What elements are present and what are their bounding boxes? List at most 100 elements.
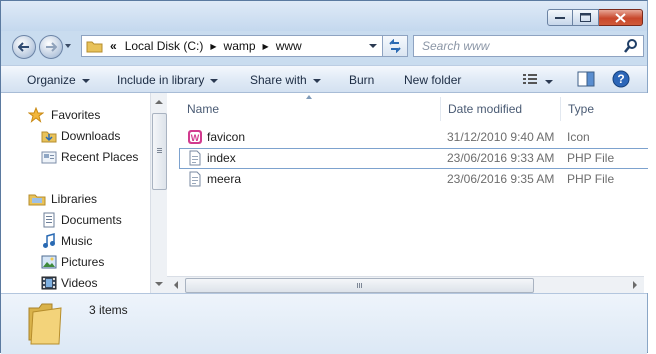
search-placeholder[interactable]: Search www <box>422 39 489 53</box>
nav-libraries[interactable]: Libraries <box>28 189 98 209</box>
nav-libraries-label: Libraries <box>51 192 98 206</box>
share-with-menu[interactable]: Share with <box>250 73 321 87</box>
navigation-pane: Favorites Downloads Recent Places Librar… <box>1 93 167 293</box>
videos-icon <box>41 276 57 290</box>
breadcrumb-local-disk[interactable]: Local Disk (C:) <box>125 39 204 53</box>
file-date-modified: 23/06/2016 9:33 AM <box>447 151 555 165</box>
minimize-button[interactable] <box>547 9 573 26</box>
breadcrumb-separator-arrow-icon[interactable]: ▶ <box>263 42 269 51</box>
help-button[interactable]: ? <box>612 70 630 91</box>
explorer-window: « Local Disk (C:) ▶ wamp ▶ www Search ww… <box>0 0 649 354</box>
column-header-date-modified[interactable]: Date modified <box>448 93 522 125</box>
scroll-up-arrow-icon[interactable] <box>151 95 167 109</box>
folder-icon <box>86 41 103 53</box>
maximize-icon <box>580 13 591 22</box>
file-row-meera[interactable]: meera 23/06/2016 9:35 AM PHP File <box>179 169 649 190</box>
column-divider[interactable] <box>560 97 561 121</box>
column-header-type[interactable]: Type <box>568 93 594 125</box>
breadcrumb-www[interactable]: www <box>276 39 302 53</box>
help-icon: ? <box>612 70 630 88</box>
forward-arrow-icon <box>46 42 57 52</box>
scroll-right-arrow-icon[interactable] <box>628 277 642 293</box>
organize-menu[interactable]: Organize <box>27 73 90 87</box>
organize-label: Organize <box>27 73 76 87</box>
caption-buttons <box>547 9 643 26</box>
breadcrumb-wamp[interactable]: wamp <box>224 39 256 53</box>
file-row-index[interactable]: index 23/06/2016 9:33 AM PHP File <box>179 148 649 169</box>
column-divider[interactable] <box>440 97 441 121</box>
chevron-down-icon <box>312 78 321 83</box>
horizontal-scrollbar[interactable] <box>167 276 644 293</box>
address-bar[interactable]: « Local Disk (C:) ▶ wamp ▶ www <box>81 35 408 57</box>
view-options-dropdown[interactable] <box>545 74 553 88</box>
php-file-icon <box>189 150 201 166</box>
php-file-icon <box>189 171 201 187</box>
maximize-button[interactable] <box>573 9 599 26</box>
nav-item-label: Documents <box>61 213 122 227</box>
refresh-button[interactable] <box>382 35 408 57</box>
include-in-library-label: Include in library <box>117 73 205 87</box>
details-pane: 3 items <box>1 293 647 354</box>
nav-item-downloads[interactable]: Downloads <box>41 126 120 146</box>
nav-item-pictures[interactable]: Pictures <box>41 252 104 272</box>
include-in-library-menu[interactable]: Include in library <box>117 73 219 87</box>
recent-pages-dropdown[interactable] <box>65 44 71 48</box>
scroll-left-arrow-icon[interactable] <box>169 277 183 293</box>
share-with-label: Share with <box>250 73 307 87</box>
nav-favorites[interactable]: Favorites <box>28 105 100 125</box>
file-name: index <box>207 151 236 165</box>
address-row: « Local Disk (C:) ▶ wamp ▶ www Search ww… <box>1 31 647 61</box>
nav-item-label: Music <box>61 234 93 248</box>
nav-item-recent-places[interactable]: Recent Places <box>41 147 138 167</box>
details-view-icon <box>523 74 537 84</box>
new-folder-button[interactable]: New folder <box>404 73 461 87</box>
folder-large-icon <box>28 303 62 345</box>
file-name: favicon <box>207 130 246 144</box>
close-button[interactable] <box>599 9 643 26</box>
nav-item-videos[interactable]: Videos <box>41 273 97 293</box>
scroll-thumb[interactable] <box>152 113 167 190</box>
documents-icon <box>43 212 55 228</box>
address-overflow-chevron[interactable]: « <box>110 39 117 53</box>
file-type: PHP File <box>567 151 615 165</box>
chevron-down-icon <box>210 78 219 83</box>
preview-pane-button[interactable] <box>577 71 595 90</box>
star-icon <box>28 107 44 123</box>
change-view-button[interactable] <box>522 72 538 89</box>
file-type: PHP File <box>567 172 615 186</box>
close-icon <box>615 12 626 23</box>
libraries-icon <box>28 194 46 206</box>
burn-button[interactable]: Burn <box>349 73 374 87</box>
nav-item-label: Downloads <box>61 129 121 143</box>
breadcrumb-separator-arrow-icon[interactable]: ▶ <box>210 42 216 51</box>
nav-item-documents[interactable]: Documents <box>41 210 122 230</box>
recent-places-icon <box>41 151 57 164</box>
downloads-folder-icon <box>41 131 57 143</box>
scroll-down-arrow-icon[interactable] <box>151 277 167 291</box>
navigation-scrollbar[interactable] <box>150 93 167 293</box>
column-header-name[interactable]: Name <box>187 93 219 125</box>
file-type: Icon <box>567 130 590 144</box>
nav-item-music[interactable]: Music <box>41 231 92 251</box>
nav-item-label: Recent Places <box>61 150 139 164</box>
minimize-icon <box>555 16 565 19</box>
forward-button[interactable] <box>39 35 63 59</box>
chevron-down-icon <box>81 78 90 83</box>
chevron-down-icon <box>545 79 553 84</box>
file-row-favicon[interactable]: W favicon 31/12/2010 9:40 AM Icon <box>179 127 649 148</box>
back-button[interactable] <box>12 35 36 59</box>
pictures-icon <box>41 255 57 269</box>
music-icon <box>43 233 55 248</box>
background-edge <box>648 0 656 353</box>
svg-text:W: W <box>191 133 200 143</box>
file-name: meera <box>207 172 242 186</box>
title-bar[interactable] <box>1 1 647 31</box>
item-count: 3 items <box>89 303 128 317</box>
file-list: Name Date modified Type W favicon 31/12/… <box>167 93 649 293</box>
search-box[interactable]: Search www <box>413 35 644 57</box>
search-icon[interactable] <box>624 38 638 54</box>
address-history-dropdown[interactable] <box>369 44 377 48</box>
horizontal-scroll-thumb[interactable] <box>185 278 534 293</box>
wamp-icon: W <box>188 130 202 144</box>
file-date-modified: 31/12/2010 9:40 AM <box>447 130 555 144</box>
